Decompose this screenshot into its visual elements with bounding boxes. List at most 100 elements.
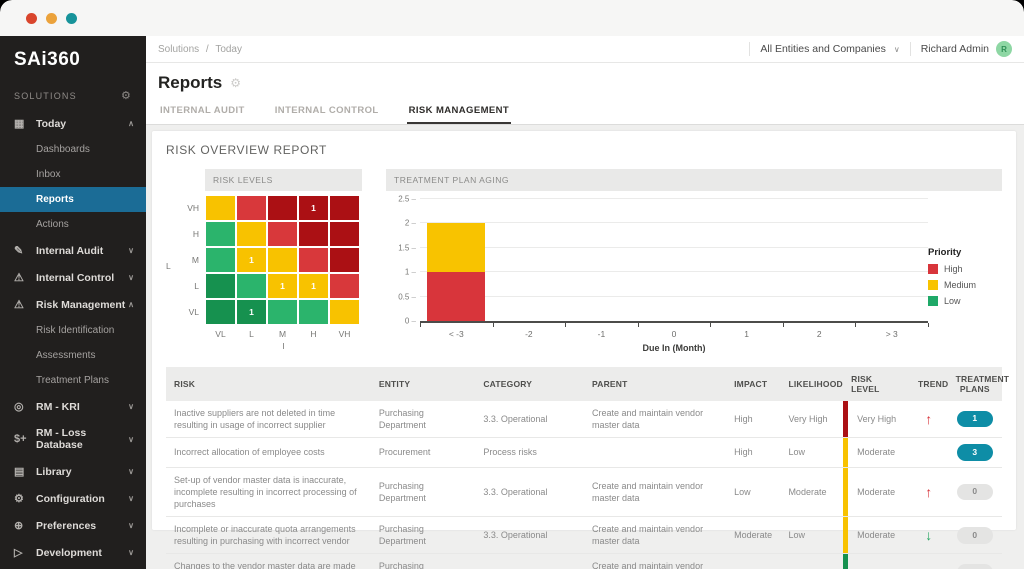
heatmap-cell[interactable]: 1 <box>298 195 329 221</box>
sidebar-item-treatment-plans[interactable]: Treatment Plans <box>0 368 146 393</box>
sidebar-item-internal-audit[interactable]: ✎ Internal Audit ∨ <box>0 237 146 264</box>
sidebar-item-risk-management[interactable]: ⚠ Risk Management ∧ <box>0 291 146 318</box>
heatmap-cell[interactable] <box>298 221 329 247</box>
cell-trend <box>910 553 948 569</box>
heatmap-cell[interactable] <box>329 195 360 221</box>
tab-internal-control[interactable]: INTERNAL CONTROL <box>273 99 381 124</box>
cell-impact: High <box>726 401 781 439</box>
column-header-risk-level[interactable]: RISK LEVEL <box>843 367 910 401</box>
heatmap-cell[interactable] <box>205 195 236 221</box>
column-header-risk[interactable]: RISK <box>166 367 371 401</box>
heatmap-cell[interactable] <box>329 273 360 299</box>
sidebar-item-preferences[interactable]: ⊕ Preferences ∨ <box>0 512 146 539</box>
sidebar-item-actions[interactable]: Actions <box>0 212 146 237</box>
cell-treatment-plans: 1 <box>947 401 1002 439</box>
sidebar-item-reports[interactable]: Reports <box>0 187 146 212</box>
treatment-plans-badge[interactable]: 3 <box>956 444 993 461</box>
treatment-plans-badge[interactable]: 1 <box>956 410 993 428</box>
heatmap-cell[interactable]: 1 <box>236 299 267 325</box>
window-minimize-button[interactable] <box>46 12 57 24</box>
sidebar-item-risk-identification[interactable]: Risk Identification <box>0 318 146 343</box>
heatmap-title: RISK LEVELS <box>205 169 362 191</box>
heatmap-cell[interactable] <box>236 221 267 247</box>
heatmap-cell[interactable]: 1 <box>236 247 267 273</box>
cell-category: Process risks <box>475 437 584 468</box>
cell-likelihood: Very Low <box>780 553 844 569</box>
window-close-button[interactable] <box>26 12 37 24</box>
sidebar-item-rm-kri[interactable]: ◎ RM - KRI ∨ <box>0 393 146 420</box>
cell-trend: ↑ <box>910 401 948 439</box>
heatmap-cell[interactable] <box>267 195 298 221</box>
sidebar-item-label: Internal Control <box>36 271 115 284</box>
treatment-plans-badge[interactable]: 0 <box>956 527 993 544</box>
heatmap-col-labels: VL L M H VH <box>205 325 362 339</box>
sidebar-item-inbox[interactable]: Inbox <box>0 162 146 187</box>
treatment-plans-badge[interactable]: 0 <box>956 483 993 501</box>
cell-risk[interactable]: Inactive suppliers are not deleted in ti… <box>166 401 371 439</box>
heatmap-cell[interactable] <box>298 247 329 273</box>
heatmap-cell[interactable] <box>267 221 298 247</box>
app-logo[interactable]: SAi360 <box>0 36 146 81</box>
cell-treatment-plans: 0 <box>947 553 1002 569</box>
bar-segment-high[interactable] <box>427 272 486 321</box>
breadcrumb-today[interactable]: Today <box>215 44 242 55</box>
heatmap-col-label: M <box>278 329 287 339</box>
treatment-plans-badge[interactable]: 0 <box>956 564 993 569</box>
heatmap-cell[interactable] <box>267 299 298 325</box>
heatmap-cell[interactable] <box>236 195 267 221</box>
window-maximize-button[interactable] <box>66 12 77 24</box>
entity-selector[interactable]: All Entities and Companies ∨ <box>760 43 899 55</box>
chevron-down-icon: ∨ <box>128 521 134 530</box>
sidebar-item-today[interactable]: ▦ Today ∧ <box>0 110 146 137</box>
sidebar-item-internal-control[interactable]: ⚠ Internal Control ∨ <box>0 264 146 291</box>
chevron-down-icon: ∨ <box>128 434 134 444</box>
chevron-up-icon: ∧ <box>128 119 134 128</box>
cell-risk[interactable]: Set-up of vendor master data is inaccura… <box>166 467 371 518</box>
heatmap-cell[interactable] <box>329 299 360 325</box>
sidebar: SAi360 SOLUTIONS ⚙ ▦ Today ∧ Dashboards Inbo… <box>0 36 146 569</box>
heatmap-cell[interactable] <box>205 273 236 299</box>
legend-swatch <box>928 280 938 290</box>
column-header-trend[interactable]: TREND <box>910 367 948 401</box>
column-header-likelihood[interactable]: LIKELIHOOD <box>780 367 844 401</box>
tab-risk-management[interactable]: RISK MANAGEMENT <box>406 99 512 124</box>
cell-risk[interactable]: Incorrect allocation of employee costs <box>166 437 371 468</box>
breadcrumb-solutions[interactable]: Solutions <box>158 44 199 55</box>
sidebar-item-assessments[interactable]: Assessments <box>0 343 146 368</box>
sidebar-item-dashboards[interactable]: Dashboards <box>0 137 146 162</box>
column-header-treatment-plans[interactable]: TREATMENT PLANS <box>947 367 1009 401</box>
sidebar-item-rm-loss-database[interactable]: $+ RM - Loss Database ∨ <box>0 420 146 458</box>
gear-icon[interactable]: ⚙ <box>121 89 132 102</box>
heatmap-cell[interactable] <box>236 273 267 299</box>
heatmap-cell[interactable] <box>329 221 360 247</box>
x-axis-tick <box>710 323 712 327</box>
column-header-impact[interactable]: IMPACT <box>726 367 781 401</box>
heatmap-cell[interactable] <box>329 247 360 273</box>
heatmap-cell[interactable] <box>205 247 236 273</box>
heatmap-cell[interactable]: 1 <box>298 273 329 299</box>
cell-risk[interactable]: Incomplete or inaccurate quota arrangeme… <box>166 516 371 555</box>
heatmap-cell[interactable] <box>205 299 236 325</box>
column-header-category[interactable]: CATEGORY <box>475 367 584 401</box>
column-header-parent[interactable]: PARENT <box>584 367 727 401</box>
risk-level-color-bar <box>843 554 849 569</box>
x-axis-tick <box>420 323 421 327</box>
tab-internal-audit[interactable]: INTERNAL AUDIT <box>158 99 247 124</box>
bar-segment-medium[interactable] <box>427 223 486 273</box>
user-menu[interactable]: Richard Admin R <box>921 41 1012 57</box>
chevron-down-icon: ∨ <box>128 402 134 411</box>
gear-icon[interactable]: ⚙ <box>230 76 241 90</box>
sidebar-item-configuration[interactable]: ⚙ Configuration ∨ <box>0 485 146 512</box>
heatmap-cell[interactable] <box>267 247 298 273</box>
sidebar-item-development[interactable]: ▷ Development ∨ <box>0 539 146 566</box>
column-header-entity[interactable]: ENTITY <box>370 367 476 401</box>
sidebar-item-label: Development <box>36 546 102 559</box>
risk-levels-heatmap: RISK LEVELS L VH H M L VL 11111 VL L M H VH I <box>166 169 362 353</box>
heatmap-cell[interactable] <box>205 221 236 247</box>
heatmap-cell[interactable]: 1 <box>267 273 298 299</box>
cell-risk[interactable]: Changes to the vendor master data are ma… <box>166 553 371 569</box>
trend-up-icon: ↑ <box>925 410 933 427</box>
heatmap-cell[interactable] <box>298 299 329 325</box>
sidebar-item-library[interactable]: ▤ Library ∨ <box>0 458 146 485</box>
sidebar-item-label: Preferences <box>36 519 97 532</box>
